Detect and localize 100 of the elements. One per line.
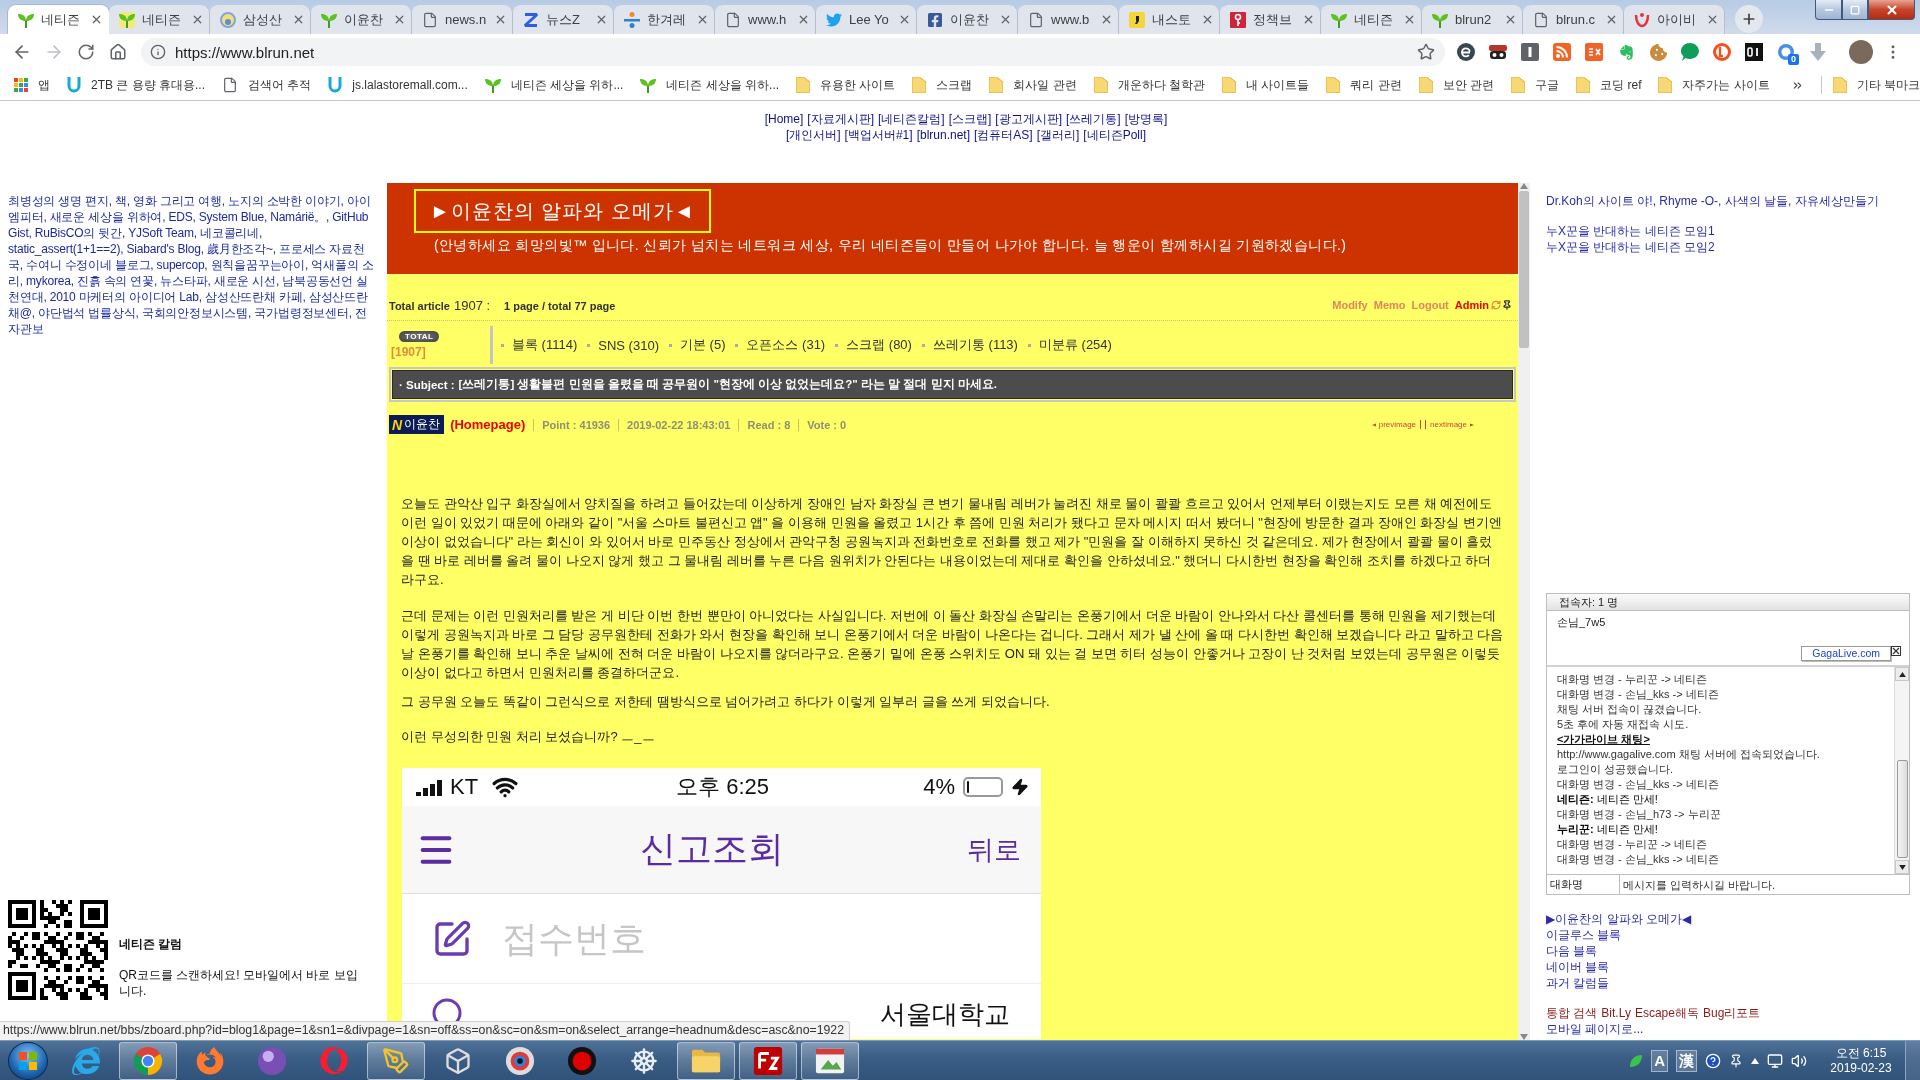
ime-indicator[interactable]: 漢	[1676, 1049, 1697, 1072]
close-icon[interactable]	[90, 13, 103, 26]
browser-tab[interactable]: blrun.c	[1523, 5, 1624, 34]
bookmark-item[interactable]: 개운하다 철학관	[1093, 76, 1206, 94]
arrow-right-icon[interactable]	[1470, 422, 1474, 427]
scroll-up-icon[interactable]	[1520, 183, 1528, 189]
scroll-up-button[interactable]	[1895, 667, 1909, 681]
pin-icon[interactable]	[1729, 1053, 1743, 1068]
speech-bubble-icon[interactable]	[1681, 43, 1699, 61]
previmage-link[interactable]: previmage	[1367, 420, 1422, 429]
nav-link[interactable]: [스크랩]	[948, 111, 992, 127]
receipt-number-field[interactable]: 접수번호	[502, 917, 802, 960]
volume-icon[interactable]	[1791, 1052, 1807, 1069]
taskbar-app[interactable]	[677, 1041, 735, 1080]
browser-tab[interactable]: 삼성산	[210, 5, 311, 34]
tool-link[interactable]: Escape해독	[1634, 1005, 1699, 1021]
site-links[interactable]: Dr.Koh의 사이트 야!, Rhyme -O-, 사색의 날들, 자유세상만들기	[1546, 193, 1912, 209]
taskbar-app[interactable]	[119, 1041, 177, 1080]
close-button[interactable]	[1868, 0, 1915, 20]
browser-tab[interactable]: 이윤찬	[311, 5, 412, 34]
reload-icon[interactable]	[77, 43, 95, 61]
group-link[interactable]: 누X꾼을 반대하는 네티즌 모임1	[1546, 223, 1912, 239]
show-desktop-button[interactable]	[1905, 1041, 1920, 1080]
blog-link[interactable]: 이글루스 블록	[1546, 927, 1912, 943]
back-link[interactable]: 뒤로	[967, 831, 1021, 868]
new-tab-button[interactable]	[1735, 5, 1763, 33]
group-link[interactable]: 누X꾼을 반대하는 네티즌 모임2	[1546, 239, 1912, 255]
taskbar-app[interactable]	[801, 1041, 859, 1080]
nextimage-link[interactable]: nextimage	[1425, 420, 1478, 429]
maximize-button[interactable]	[1842, 0, 1868, 20]
bookmark-item[interactable]: 자주가는 사이트	[1658, 76, 1770, 94]
bookmark-item[interactable]: 구글	[1511, 76, 1560, 94]
bookmark-item[interactable]: 보안 관련	[1418, 76, 1495, 94]
start-button[interactable]	[8, 1041, 48, 1080]
admin-link[interactable]: Admin	[1454, 299, 1489, 311]
browser-tab[interactable]: 내스토	[1119, 5, 1220, 34]
tool-link[interactable]: Bug리포트	[1702, 1005, 1761, 1021]
address-field[interactable]: https://www.blrun.net	[141, 38, 1445, 66]
gagalive-button[interactable]: GagaLive.com	[1801, 646, 1891, 661]
browser-tab[interactable]: 한겨레	[614, 5, 715, 34]
tile-icon[interactable]	[1745, 43, 1763, 61]
blog-link[interactable]: 과거 칼럼들	[1546, 975, 1912, 991]
bookmark-item[interactable]: 내 사이트들	[1222, 76, 1310, 94]
help-icon[interactable]	[1705, 1052, 1721, 1069]
tile-icon[interactable]	[1521, 43, 1539, 61]
monitor-icon[interactable]	[1767, 1052, 1783, 1069]
minimize-button[interactable]	[1815, 0, 1842, 20]
nickname-field[interactable]: 대화명	[1547, 875, 1620, 894]
bookmark-item[interactable]: 코딩 ref	[1576, 76, 1642, 94]
arrow-left-icon[interactable]	[1371, 422, 1376, 427]
bookmark-item[interactable]: 회사일 관련	[989, 76, 1077, 94]
browser-tab[interactable]: www.h	[715, 5, 816, 34]
bookmark-item[interactable]: 검색어 추적	[222, 76, 312, 94]
browser-tab[interactable]: 아이비	[1624, 5, 1725, 34]
bookmark-item[interactable]: 기타 북마크	[1832, 76, 1920, 94]
taskbar-app[interactable]	[739, 1041, 797, 1080]
circle-logo-icon[interactable]	[1457, 43, 1475, 61]
bookmark-item[interactable]: 스크랩	[912, 76, 973, 94]
browser-tab[interactable]: 네티즌	[1321, 5, 1422, 34]
browser-tab[interactable]: 네티즌	[109, 5, 210, 34]
category-link[interactable]: 쓰레기통 (113)	[932, 336, 1018, 354]
bookmark-item[interactable]: 네티즌 세상을 위하...	[484, 76, 624, 94]
browser-tab[interactable]: www.b	[1018, 5, 1119, 34]
nav-link[interactable]: [쓰레기통]	[1066, 111, 1121, 127]
homepage-link[interactable]: (Homepage)	[450, 417, 526, 432]
rss-icon[interactable]	[1553, 43, 1571, 61]
blog-link[interactable]: 다음 블록	[1546, 943, 1912, 959]
nav-link[interactable]: [네티즌Poll]	[1083, 127, 1147, 143]
taskbar-app[interactable]	[367, 1041, 425, 1080]
category-link[interactable]: 기본 (5)	[679, 336, 726, 354]
tool-link[interactable]: Bit.Ly	[1601, 1005, 1631, 1021]
ime-indicator[interactable]: A	[1651, 1049, 1668, 1072]
category-link[interactable]: 스크랩 (80)	[846, 336, 912, 354]
bookmark-item[interactable]: js.lalastoremall.com...	[328, 77, 468, 93]
browser-tab[interactable]: 네티즌	[8, 5, 109, 34]
blog-link[interactable]: 네이버 블록	[1546, 959, 1912, 975]
close-icon[interactable]	[1891, 646, 1901, 656]
arrow-down-icon[interactable]	[1898, 864, 1906, 870]
nav-link[interactable]: [광고게시판]	[995, 111, 1062, 127]
scroll-down-button[interactable]	[1895, 860, 1909, 874]
arrow-up-icon[interactable]	[1751, 1057, 1759, 1064]
mobile-link[interactable]: 모바일 페이지로...	[1546, 1021, 1912, 1037]
nav-link[interactable]: [자료게시판]	[807, 111, 874, 127]
avatar-icon[interactable]	[1849, 40, 1873, 64]
tile-icon[interactable]	[1585, 43, 1603, 61]
category-link[interactable]: SNS (310)	[598, 337, 659, 353]
star-icon[interactable]	[1417, 43, 1435, 61]
nav-link[interactable]: [백업서버#1]	[844, 127, 913, 143]
nav-link[interactable]: [blrun.net]	[916, 127, 970, 143]
browser-tab[interactable]: 정책브	[1220, 5, 1321, 34]
category-link[interactable]: 오픈소스 (31)	[746, 336, 826, 354]
arrow-up-icon[interactable]	[1898, 671, 1906, 677]
bookmark-item[interactable]: 네티즌 세상을 위하...	[640, 76, 780, 94]
info-icon[interactable]	[150, 44, 166, 60]
cookie-icon[interactable]	[1649, 43, 1667, 61]
nav-link[interactable]: [컴퓨터AS]	[974, 127, 1033, 143]
browser-tab[interactable]: news.n	[412, 5, 513, 34]
home-icon[interactable]	[109, 43, 127, 61]
blog-link[interactable]: ▶이윤찬의 알파와 오메가◀	[1546, 911, 1912, 927]
nav-link[interactable]: [개인서버]	[785, 127, 841, 143]
